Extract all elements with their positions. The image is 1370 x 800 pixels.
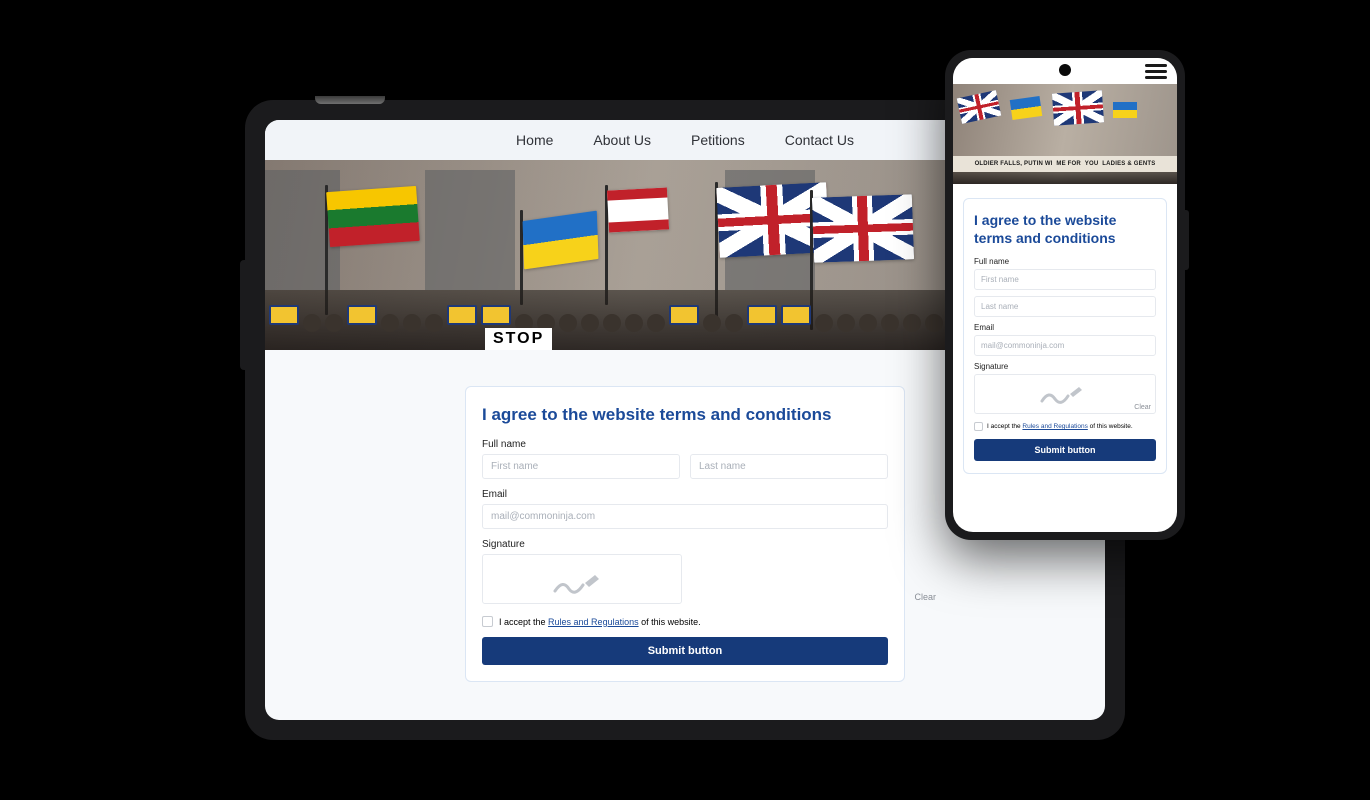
building-window bbox=[425, 170, 515, 290]
signature-label: Signature bbox=[482, 539, 888, 550]
signature-label: Signature bbox=[974, 362, 1156, 371]
flag-ukraine-icon bbox=[1113, 102, 1137, 118]
rules-link[interactable]: Rules and Regulations bbox=[548, 617, 639, 627]
flag-uk-icon bbox=[957, 90, 1002, 124]
phone-device: OLDIER FALLS, PUTIN WI ME FOR YOU LADIES… bbox=[945, 50, 1185, 540]
rules-link[interactable]: Rules and Regulations bbox=[1022, 423, 1087, 430]
hero-banner-mobile: OLDIER FALLS, PUTIN WI ME FOR YOU LADIES… bbox=[953, 84, 1177, 184]
submit-button[interactable]: Submit button bbox=[482, 637, 888, 665]
signature-clear-link[interactable]: Clear bbox=[914, 592, 936, 602]
signature-squiggle-icon bbox=[1040, 385, 1090, 407]
terms-form-card: I agree to the website terms and conditi… bbox=[465, 386, 905, 682]
phone-screen: OLDIER FALLS, PUTIN WI ME FOR YOU LADIES… bbox=[953, 58, 1177, 532]
accept-terms-row: I accept the Rules and Regulations of th… bbox=[482, 616, 888, 627]
accept-terms-text: I accept the Rules and Regulations of th… bbox=[499, 617, 701, 627]
phone-camera-icon bbox=[1059, 64, 1071, 76]
protest-crowd bbox=[953, 172, 1177, 184]
accept-terms-row: I accept the Rules and Regulations of th… bbox=[974, 422, 1156, 431]
accept-terms-checkbox[interactable] bbox=[974, 422, 983, 431]
stop-sign: STOP bbox=[485, 328, 552, 350]
tablet-top-button bbox=[315, 96, 385, 104]
email-input[interactable] bbox=[974, 335, 1156, 356]
email-label: Email bbox=[482, 489, 888, 500]
nav-home[interactable]: Home bbox=[516, 132, 553, 148]
flag-uk-icon bbox=[1052, 90, 1104, 125]
accept-terms-text: I accept the Rules and Regulations of th… bbox=[987, 423, 1133, 430]
submit-button[interactable]: Submit button bbox=[974, 439, 1156, 461]
form-title: I agree to the website terms and conditi… bbox=[974, 211, 1156, 247]
email-label: Email bbox=[974, 323, 1156, 332]
tablet-side-button bbox=[240, 260, 245, 370]
signature-pad[interactable] bbox=[482, 554, 682, 604]
nav-contact[interactable]: Contact Us bbox=[785, 132, 854, 148]
signature-pad[interactable]: Clear bbox=[974, 374, 1156, 414]
email-input[interactable] bbox=[482, 504, 888, 529]
signature-squiggle-icon bbox=[553, 573, 608, 597]
signature-clear-link[interactable]: Clear bbox=[1134, 404, 1151, 411]
phone-topbar bbox=[953, 58, 1177, 84]
last-name-input[interactable] bbox=[690, 454, 888, 479]
protest-banner-text: OLDIER FALLS, PUTIN WI ME FOR YOU LADIES… bbox=[953, 156, 1177, 172]
fullname-label: Full name bbox=[974, 257, 1156, 266]
hamburger-menu-icon[interactable] bbox=[1145, 64, 1167, 79]
accept-terms-checkbox[interactable] bbox=[482, 616, 493, 627]
phone-side-button bbox=[1185, 210, 1189, 270]
last-name-input[interactable] bbox=[974, 296, 1156, 317]
flag-ukraine-icon bbox=[1010, 96, 1042, 120]
first-name-input[interactable] bbox=[482, 454, 680, 479]
nav-petitions[interactable]: Petitions bbox=[691, 132, 745, 148]
fullname-label: Full name bbox=[482, 439, 888, 450]
first-name-input[interactable] bbox=[974, 269, 1156, 290]
nav-about[interactable]: About Us bbox=[593, 132, 651, 148]
terms-form-card-mobile: I agree to the website terms and conditi… bbox=[963, 198, 1167, 474]
form-title: I agree to the website terms and conditi… bbox=[482, 405, 888, 425]
